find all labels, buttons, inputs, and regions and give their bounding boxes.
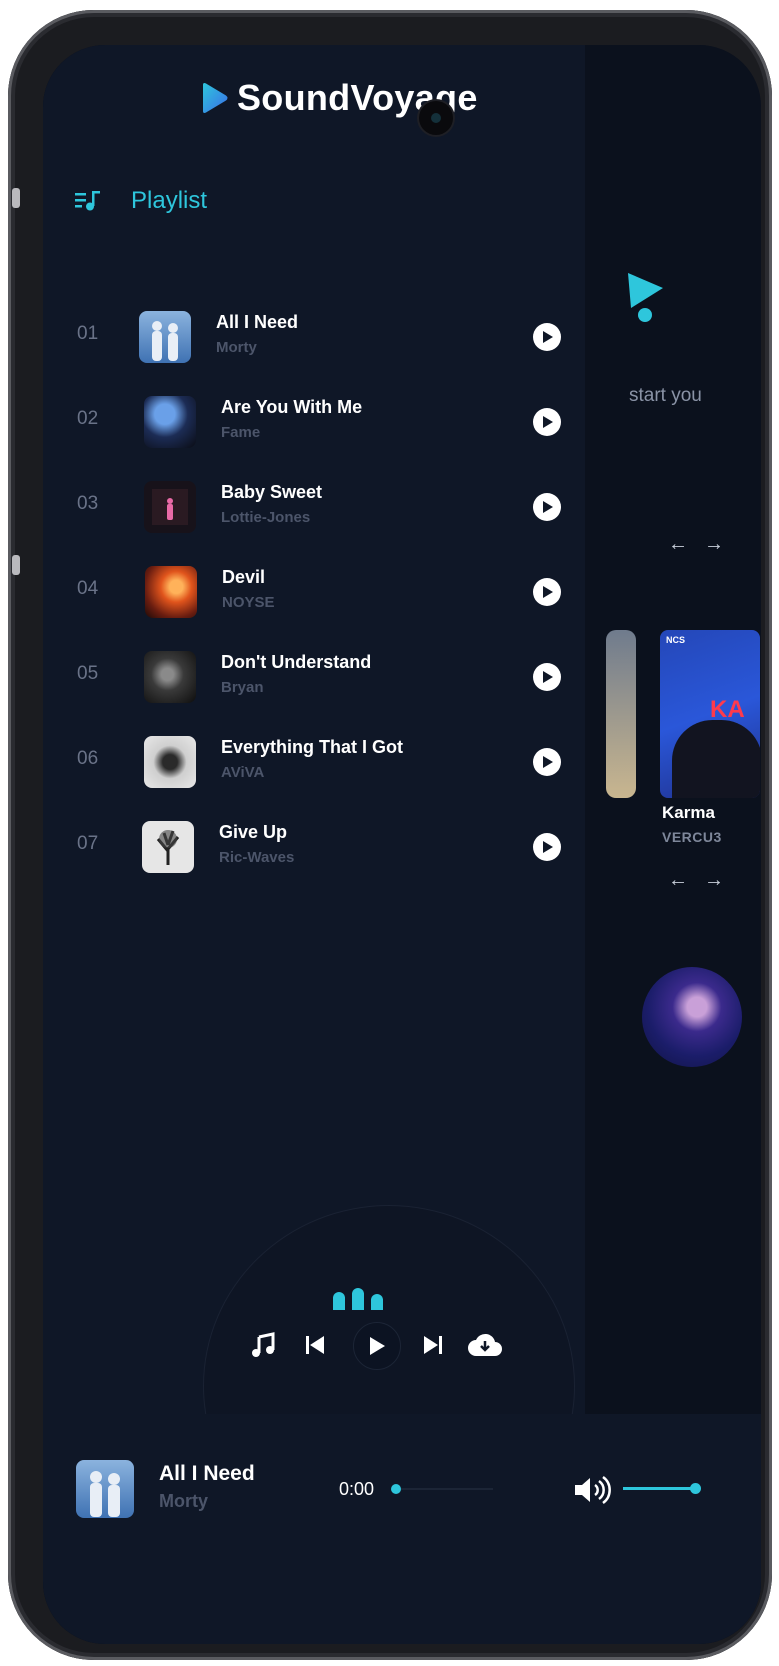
progress-slider[interactable] bbox=[391, 1484, 493, 1494]
cover-figure bbox=[672, 720, 760, 798]
list-item[interactable]: 01 All I Need Morty bbox=[43, 303, 585, 373]
track-artist: Fame bbox=[221, 424, 261, 441]
track-artist: AViVA bbox=[221, 764, 265, 781]
playlist-drawer: SoundVoyage Playlist 01 All I Need Morty… bbox=[43, 45, 585, 1567]
album-card-title: Karma bbox=[662, 803, 715, 822]
track-title: Don't Understand bbox=[221, 652, 372, 672]
track-title: Everything That I Got bbox=[221, 737, 404, 757]
equalizer-icon bbox=[333, 1288, 383, 1310]
carousel-arrows: ← → bbox=[668, 869, 724, 892]
skip-previous-icon[interactable] bbox=[300, 1330, 330, 1360]
track-title: Baby Sweet bbox=[221, 482, 323, 502]
track-number: 04 bbox=[77, 578, 99, 599]
twins-silhouette-icon bbox=[90, 1471, 120, 1517]
music-note-icon[interactable] bbox=[248, 1330, 278, 1360]
track-number: 05 bbox=[77, 663, 99, 684]
track-number: 07 bbox=[77, 833, 99, 854]
track-cover bbox=[144, 396, 196, 448]
list-item[interactable]: 03 Baby Sweet Lottie-Jones bbox=[43, 473, 585, 543]
pink-figure-icon bbox=[152, 489, 188, 525]
album-card-partial[interactable] bbox=[606, 630, 636, 798]
playback-controls bbox=[248, 1322, 502, 1370]
track-cover bbox=[144, 481, 196, 533]
progress-thumb[interactable] bbox=[391, 1484, 401, 1494]
play-button[interactable] bbox=[353, 1322, 401, 1370]
track-artist: Bryan bbox=[221, 679, 264, 696]
play-icon[interactable] bbox=[533, 408, 561, 436]
play-icon[interactable] bbox=[533, 833, 561, 861]
play-icon bbox=[370, 1337, 385, 1355]
play-icon[interactable] bbox=[533, 578, 561, 606]
track-title: Give Up bbox=[219, 822, 288, 842]
playlist-music-icon bbox=[75, 191, 100, 211]
track-title: Are You With Me bbox=[221, 397, 363, 417]
track-title: All I Need bbox=[216, 312, 299, 332]
arrow-right-icon[interactable]: → bbox=[704, 533, 724, 556]
front-camera bbox=[419, 101, 453, 135]
cloud-download-icon[interactable] bbox=[465, 1330, 505, 1360]
now-playing-title: All I Need bbox=[159, 1462, 255, 1485]
track-cover bbox=[144, 736, 196, 788]
now-playing-cover bbox=[76, 1460, 134, 1518]
track-number: 03 bbox=[77, 493, 99, 514]
track-number: 02 bbox=[77, 408, 99, 429]
arrow-left-icon[interactable]: ← bbox=[668, 869, 688, 892]
track-artist: NOYSE bbox=[222, 594, 275, 611]
now-playing-bar: All I Need Morty 0:00 bbox=[43, 1414, 761, 1644]
phone-screen: start you ← → NCS KA Karma VERCU3 ← → So… bbox=[43, 45, 761, 1644]
play-triangle-icon bbox=[203, 83, 228, 113]
track-cover bbox=[144, 651, 196, 703]
list-item[interactable]: 04 Devil NOYSE bbox=[43, 558, 585, 628]
album-card-karma[interactable]: NCS KA bbox=[660, 630, 760, 798]
track-title: Devil bbox=[222, 567, 266, 587]
track-number: 06 bbox=[77, 748, 99, 769]
track-artist: Lottie-Jones bbox=[221, 509, 311, 526]
track-number: 01 bbox=[77, 323, 99, 344]
play-icon[interactable] bbox=[533, 323, 561, 351]
list-item[interactable]: 02 Are You With Me Fame bbox=[43, 388, 585, 458]
volume-fill bbox=[623, 1487, 695, 1490]
track-cover bbox=[145, 566, 197, 618]
volume-thumb[interactable] bbox=[690, 1483, 701, 1494]
cover-label: NCS bbox=[666, 635, 686, 645]
track-artist: Morty bbox=[216, 339, 257, 356]
track-cover bbox=[139, 311, 191, 363]
playlist-header: Playlist bbox=[75, 187, 207, 215]
arrow-left-icon[interactable]: ← bbox=[668, 533, 688, 556]
arrow-right-icon[interactable]: → bbox=[704, 869, 724, 892]
volume-slider[interactable] bbox=[623, 1483, 701, 1494]
list-item[interactable]: 06 Everything That I Got AViVA bbox=[43, 728, 585, 798]
playlist-title: Playlist bbox=[131, 187, 208, 214]
list-item[interactable]: 05 Don't Understand Bryan bbox=[43, 643, 585, 713]
album-card-artist: VERCU3 bbox=[662, 829, 722, 845]
artist-avatar[interactable] bbox=[642, 967, 742, 1067]
track-cover bbox=[142, 821, 194, 873]
now-playing-artist: Morty bbox=[159, 1491, 208, 1511]
play-icon[interactable] bbox=[533, 663, 561, 691]
home-tagline: start you bbox=[629, 385, 702, 406]
phone-frame: start you ← → NCS KA Karma VERCU3 ← → So… bbox=[8, 10, 772, 1660]
volume-high-icon[interactable] bbox=[573, 1475, 611, 1505]
play-icon[interactable] bbox=[533, 748, 561, 776]
phone-side-button bbox=[12, 188, 20, 208]
tree-sketch-icon bbox=[156, 830, 180, 865]
play-icon[interactable] bbox=[533, 493, 561, 521]
track-artist: Ric-Waves bbox=[219, 849, 295, 866]
elapsed-time: 0:00 bbox=[339, 1479, 375, 1499]
skip-next-icon[interactable] bbox=[418, 1330, 448, 1360]
phone-side-button bbox=[12, 555, 20, 575]
carousel-arrows: ← → bbox=[668, 533, 724, 556]
decorative-logo-icon bbox=[628, 273, 663, 322]
list-item[interactable]: 07 Give Up Ric-Waves bbox=[43, 813, 585, 883]
twins-silhouette-icon bbox=[152, 321, 178, 361]
